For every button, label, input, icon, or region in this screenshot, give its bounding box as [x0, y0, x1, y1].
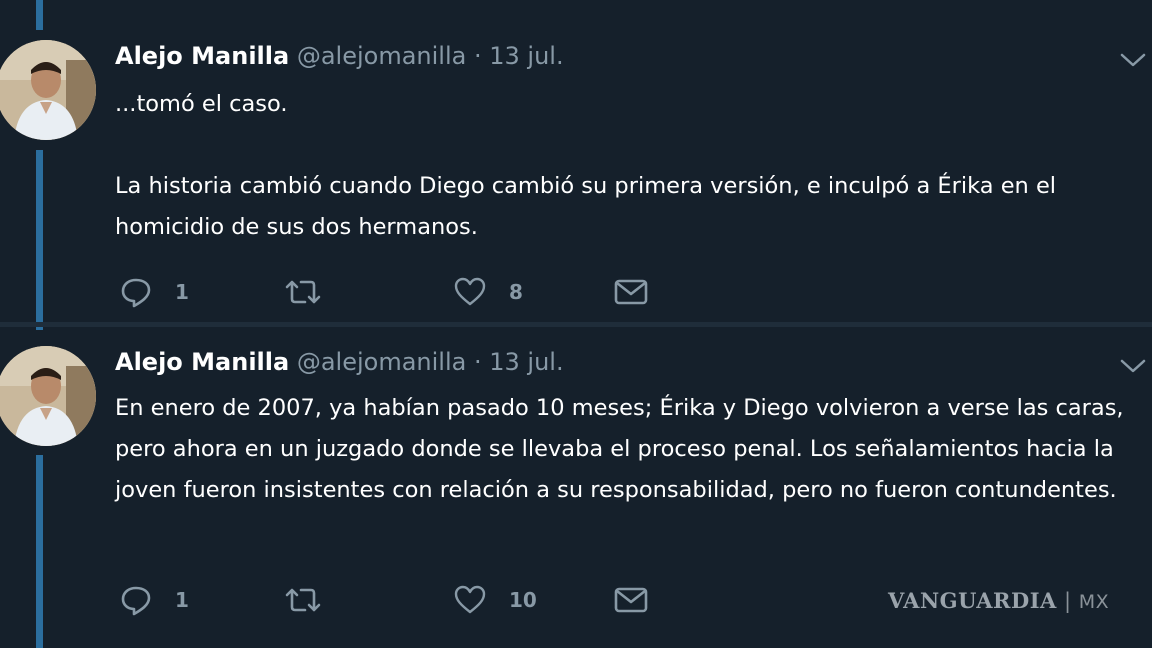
heart-icon	[453, 276, 487, 308]
avatar[interactable]	[0, 40, 96, 140]
like-count: 10	[509, 588, 537, 612]
reply-button[interactable]: 1	[119, 272, 189, 312]
reply-icon	[119, 583, 153, 617]
retweet-icon	[283, 277, 323, 307]
author-handle[interactable]: @alejomanilla	[297, 42, 467, 70]
tweet-header: Alejo Manilla @alejomanilla · 13 jul.	[115, 348, 564, 376]
watermark-suffix: MX	[1078, 591, 1110, 613]
tweet[interactable]: Alejo Manilla @alejomanilla · 13 jul. ..…	[0, 24, 1152, 324]
like-count: 8	[509, 280, 523, 304]
tweet-paragraph: La historia cambió cuando Diego cambió s…	[115, 173, 1057, 240]
retweet-button[interactable]	[283, 272, 345, 312]
reply-count: 1	[175, 280, 189, 304]
watermark-separator: |	[1056, 589, 1079, 613]
message-button[interactable]	[613, 272, 649, 312]
chevron-down-icon[interactable]	[1118, 50, 1148, 70]
tweet-date[interactable]: 13 jul.	[489, 42, 563, 70]
separator: ·	[473, 348, 482, 376]
tweet-divider	[0, 322, 1152, 327]
message-button[interactable]	[613, 580, 649, 620]
reply-button[interactable]: 1	[119, 580, 189, 620]
mail-icon	[613, 585, 649, 615]
author-handle[interactable]: @alejomanilla	[297, 348, 467, 376]
reply-count: 1	[175, 588, 189, 612]
tweet-actions: 1 8	[115, 272, 715, 312]
heart-icon	[453, 584, 487, 616]
separator: ·	[473, 42, 482, 70]
retweet-icon	[283, 585, 323, 615]
timeline: Alejo Manilla @alejomanilla · 13 jul. ..…	[0, 0, 1152, 648]
tweet-header: Alejo Manilla @alejomanilla · 13 jul.	[115, 42, 564, 70]
reply-icon	[119, 275, 153, 309]
tweet-date[interactable]: 13 jul.	[489, 348, 563, 376]
avatar[interactable]	[0, 346, 96, 446]
watermark-brand: VANGUARDIA	[888, 588, 1057, 613]
like-button[interactable]: 8	[453, 272, 523, 312]
tweet-paragraph: En enero de 2007, ya habían pasado 10 me…	[115, 395, 1124, 503]
author-name[interactable]: Alejo Manilla	[115, 42, 289, 70]
mail-icon	[613, 277, 649, 307]
like-button[interactable]: 10	[453, 580, 537, 620]
tweet-text: En enero de 2007, ya habían pasado 10 me…	[115, 388, 1150, 511]
tweet-paragraph: ...tomó el caso.	[115, 91, 288, 117]
retweet-button[interactable]	[283, 580, 345, 620]
tweet-text: ...tomó el caso. La historia cambió cuan…	[115, 84, 1150, 248]
author-name[interactable]: Alejo Manilla	[115, 348, 289, 376]
chevron-down-icon[interactable]	[1118, 356, 1148, 376]
watermark: VANGUARDIA | MX	[888, 588, 1109, 613]
tweet-actions: 1 10	[115, 580, 715, 620]
